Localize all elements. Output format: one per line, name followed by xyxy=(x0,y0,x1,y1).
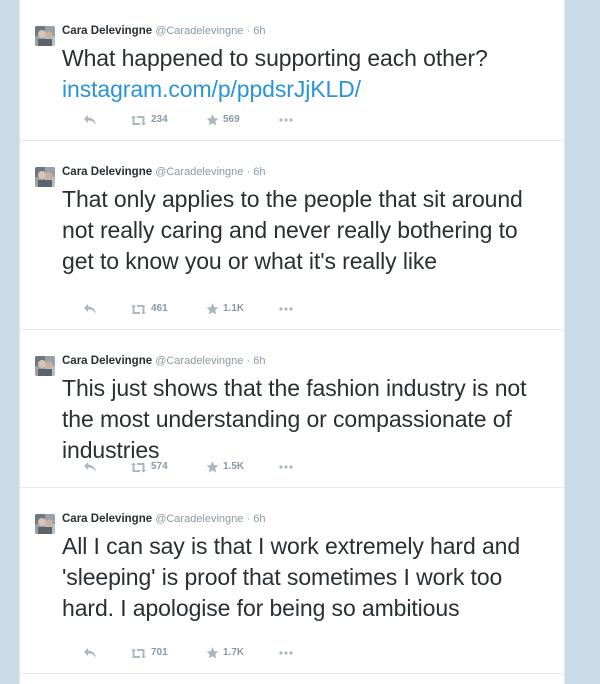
timestamp[interactable]: 6h xyxy=(253,355,265,367)
separator: · xyxy=(246,513,251,525)
ellipsis-icon xyxy=(279,465,293,469)
reply-arrow-icon xyxy=(84,648,96,658)
fullname[interactable]: Cara Delevingne xyxy=(62,355,152,367)
username[interactable]: @Caradelevingne xyxy=(155,355,243,367)
tweet-link[interactable]: instagram.com/p/ppdsrJjKLD/ xyxy=(62,76,361,102)
star-icon xyxy=(206,303,219,315)
tweet-stream: Cara Delevingne @Caradelevingne · 6h Wha… xyxy=(19,0,565,684)
separator: · xyxy=(246,355,251,367)
avatar[interactable] xyxy=(35,167,55,187)
reply-button[interactable] xyxy=(83,459,97,475)
tweet-actions: 574 1.5K xyxy=(62,459,322,475)
fullname[interactable]: Cara Delevingne xyxy=(62,513,152,525)
reply-button[interactable] xyxy=(83,301,97,317)
reply-arrow-icon xyxy=(84,304,96,314)
star-icon xyxy=(206,461,219,473)
favorite-button[interactable]: 1.7K xyxy=(206,645,244,661)
reply-button[interactable] xyxy=(83,112,97,128)
fullname[interactable]: Cara Delevingne xyxy=(62,25,152,37)
retweet-count: 461 xyxy=(151,303,168,314)
retweet-button[interactable]: 701 xyxy=(130,645,168,661)
retweet-arrows-icon xyxy=(131,462,146,472)
more-button[interactable] xyxy=(279,459,293,475)
username[interactable]: @Caradelevingne xyxy=(155,166,243,178)
tweet-text: This just shows that the fashion industr… xyxy=(62,375,527,463)
tweet-item[interactable]: Cara Delevingne @Caradelevingne · 6h Tha… xyxy=(20,141,564,330)
more-button[interactable] xyxy=(279,112,293,128)
avatar[interactable] xyxy=(35,356,55,376)
retweet-button[interactable]: 574 xyxy=(130,459,168,475)
tweet-header: Cara Delevingne @Caradelevingne · 6h xyxy=(62,354,265,368)
timestamp[interactable]: 6h xyxy=(253,166,265,178)
retweet-button[interactable]: 234 xyxy=(130,112,168,128)
username[interactable]: @Caradelevingne xyxy=(155,513,243,525)
avatar[interactable] xyxy=(35,26,55,46)
tweet-item[interactable]: Cara Delevingne @Caradelevingne · 6h Wha… xyxy=(20,0,564,141)
tweet-item[interactable]: Cara Delevingne @Caradelevingne · 6h All… xyxy=(20,488,564,674)
ellipsis-icon xyxy=(279,118,293,122)
more-button[interactable] xyxy=(279,301,293,317)
avatar[interactable] xyxy=(35,514,55,534)
reply-button[interactable] xyxy=(83,645,97,661)
star-icon xyxy=(206,114,219,126)
favorite-button[interactable]: 1.1K xyxy=(206,301,244,317)
favorite-count: 1.7K xyxy=(223,647,245,658)
tweet-text: What happened to supporting each other? … xyxy=(62,43,542,105)
more-button[interactable] xyxy=(279,645,293,661)
reply-arrow-icon xyxy=(84,462,96,472)
tweet-header: Cara Delevingne @Caradelevingne · 6h xyxy=(62,512,265,526)
retweet-count: 234 xyxy=(151,114,168,125)
favorite-count: 1.1K xyxy=(223,303,245,314)
tweet-actions: 234 569 xyxy=(62,112,322,128)
star-icon xyxy=(206,647,219,659)
tweet-text: All I can say is that I work extremely h… xyxy=(62,533,521,621)
tweet-item[interactable]: Cara Delevingne @Caradelevingne · 6h Thi… xyxy=(20,330,564,488)
tweet-text: That only applies to the people that sit… xyxy=(62,186,523,274)
favorite-button[interactable]: 569 xyxy=(206,112,240,128)
timestamp[interactable]: 6h xyxy=(253,513,265,525)
ellipsis-icon xyxy=(279,307,293,311)
tweet-text-body: What happened to supporting each other? xyxy=(62,45,488,71)
tweet-actions: 461 1.1K xyxy=(62,301,322,317)
favorite-count: 569 xyxy=(223,114,240,125)
favorite-button[interactable]: 1.5K xyxy=(206,459,244,475)
fullname[interactable]: Cara Delevingne xyxy=(62,166,152,178)
separator: · xyxy=(246,166,251,178)
separator: · xyxy=(246,25,251,37)
retweet-button[interactable]: 461 xyxy=(130,301,168,317)
username[interactable]: @Caradelevingne xyxy=(155,25,243,37)
tweet-actions: 701 1.7K xyxy=(62,645,322,661)
retweet-count: 574 xyxy=(151,461,168,472)
ellipsis-icon xyxy=(279,651,293,655)
retweet-count: 701 xyxy=(151,647,168,658)
retweet-arrows-icon xyxy=(131,304,146,314)
tweet-header: Cara Delevingne @Caradelevingne · 6h xyxy=(62,165,265,179)
reply-arrow-icon xyxy=(84,115,96,125)
retweet-arrows-icon xyxy=(131,648,146,658)
retweet-arrows-icon xyxy=(131,115,146,125)
timestamp[interactable]: 6h xyxy=(253,25,265,37)
tweet-header: Cara Delevingne @Caradelevingne · 6h xyxy=(62,24,265,38)
favorite-count: 1.5K xyxy=(223,461,245,472)
